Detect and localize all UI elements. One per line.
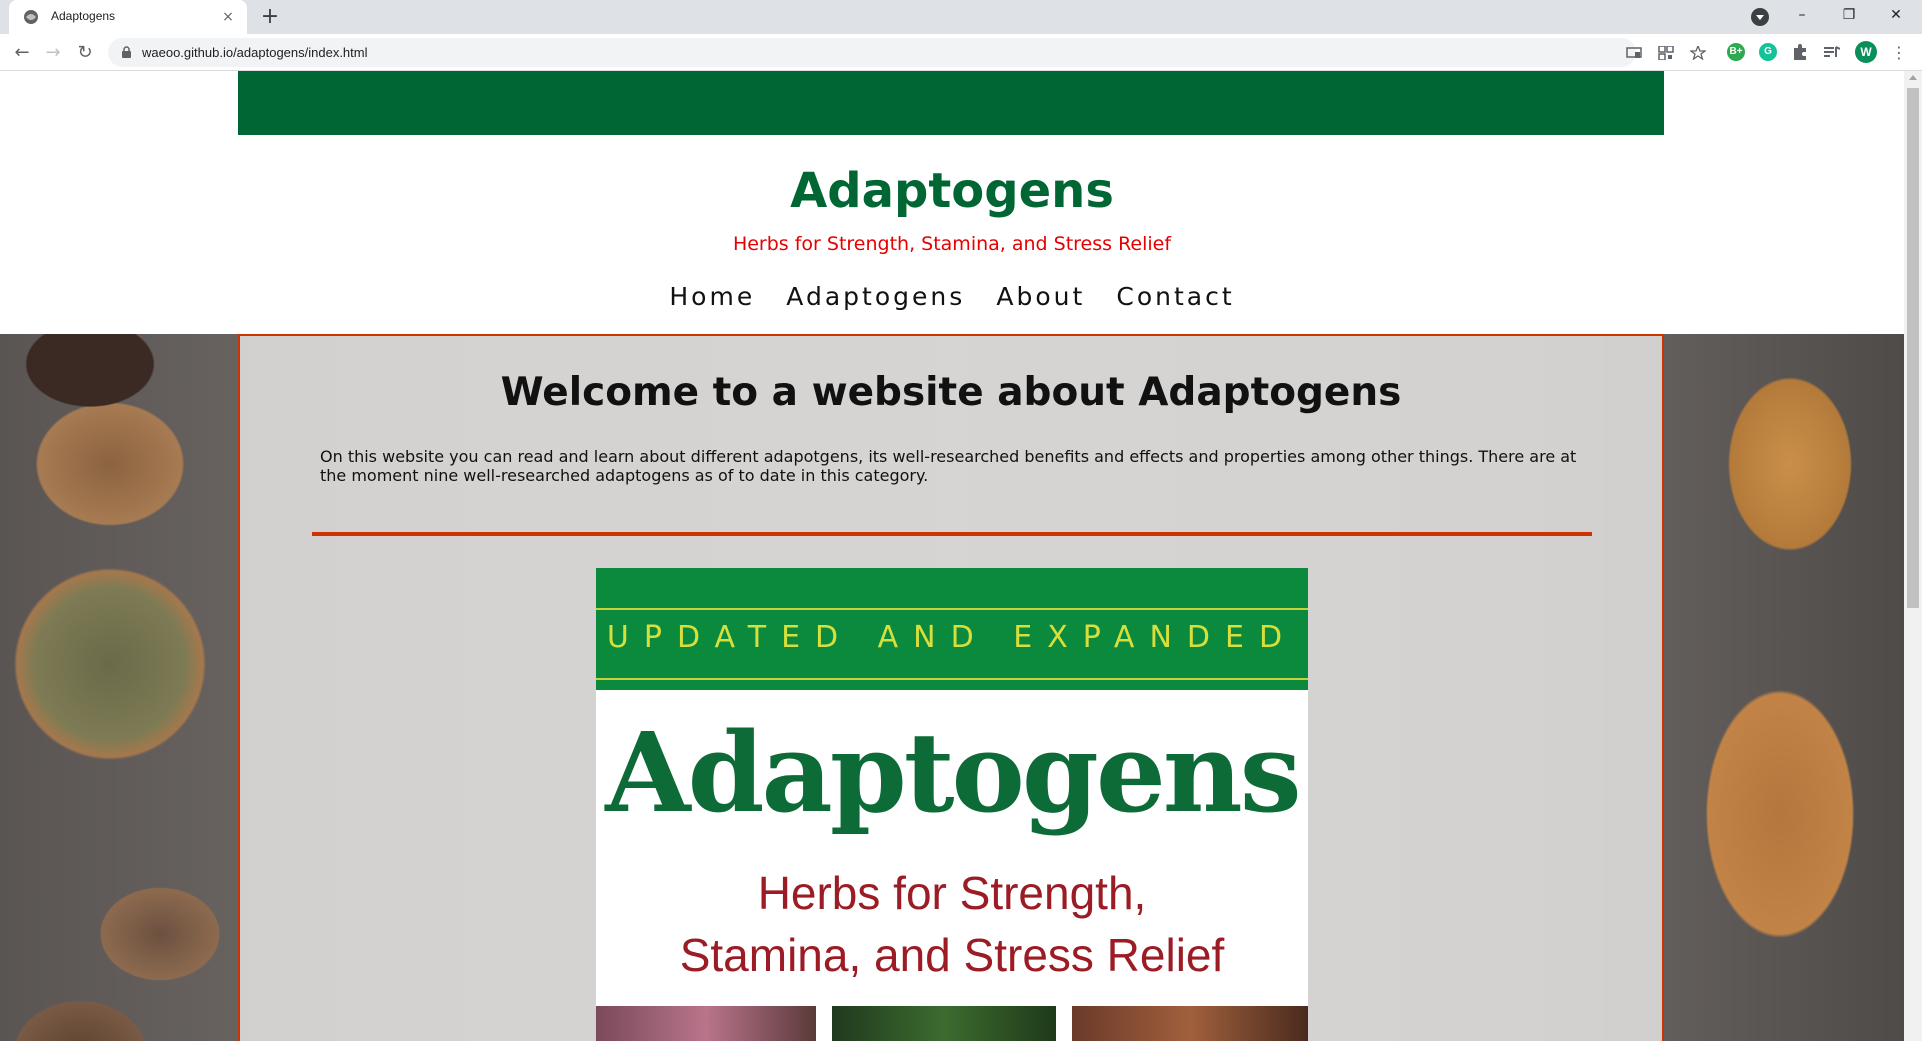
minimize-button[interactable]: – (1779, 0, 1825, 30)
restore-button[interactable]: ❐ (1826, 0, 1872, 30)
browser-toolbar: ← → ↻ waeoo.github.io/adaptogens/index.h… (0, 34, 1922, 71)
new-tab-button[interactable]: + (258, 5, 282, 29)
profile-avatar[interactable]: W (1855, 41, 1877, 63)
tab-search-icon[interactable] (1751, 8, 1769, 26)
section-divider (312, 532, 1592, 536)
back-button[interactable]: ← (9, 40, 35, 66)
cover-photo-roots (1072, 1006, 1308, 1041)
cover-subtitle-line2: Stamina, and Stress Relief (679, 929, 1225, 981)
close-tab-icon[interactable]: × (219, 8, 237, 26)
browser-menu-icon[interactable]: ⋮ (1886, 40, 1912, 66)
address-bar[interactable]: waeoo.github.io/adaptogens/index.html (108, 38, 1706, 67)
site-subtitle: Herbs for Strength, Stamina, and Stress … (732, 233, 1172, 255)
cover-photo-leaves (832, 1006, 1056, 1041)
main-nav: Home Adaptogens About Contact (0, 282, 1904, 311)
page-scrollbar[interactable] (1904, 71, 1922, 1041)
browser-tab[interactable]: Adaptogens × (9, 0, 247, 34)
nav-link-adaptogens[interactable]: Adaptogens (786, 282, 965, 311)
tab-title: Adaptogens (51, 9, 116, 23)
welcome-heading: Welcome to a website about Adaptogens (500, 370, 1402, 415)
cover-band-line (596, 608, 1308, 610)
cover-band-line (596, 678, 1308, 680)
intro-paragraph: On this website you can read and learn a… (320, 447, 1577, 485)
nav-link-about[interactable]: About (996, 282, 1085, 311)
page-viewport: Adaptogens Herbs for Strength, Stamina, … (0, 71, 1904, 1041)
extension-badge-icon[interactable]: B+ (1727, 43, 1745, 61)
reload-button[interactable]: ↻ (72, 40, 98, 66)
cover-photo-flowers (596, 1006, 816, 1041)
scroll-up-arrow-icon[interactable] (1909, 75, 1917, 80)
book-cover-image: UPDATED AND EXPANDED Adaptogens Herbs fo… (596, 568, 1308, 1041)
lock-icon (122, 46, 131, 58)
qr-code-icon[interactable] (1658, 46, 1674, 60)
main-content: Welcome to a website about Adaptogens On… (238, 334, 1664, 1041)
tab-strip: Adaptogens × + – ❐ ✕ (0, 0, 1922, 34)
url-text[interactable]: waeoo.github.io/adaptogens/index.html (142, 45, 368, 60)
cover-tagline: UPDATED AND EXPANDED (606, 620, 1298, 655)
nav-link-home[interactable]: Home (669, 282, 755, 311)
cover-subtitle-line1: Herbs for Strength, (757, 867, 1147, 919)
close-window-button[interactable]: ✕ (1873, 0, 1919, 30)
reading-list-icon[interactable] (1824, 44, 1840, 60)
extensions-puzzle-icon[interactable] (1792, 44, 1808, 60)
top-banner (238, 71, 1664, 135)
forward-button[interactable]: → (40, 40, 66, 66)
cast-icon[interactable] (1626, 46, 1642, 60)
cover-title: Adaptogens (605, 708, 1301, 837)
grammarly-icon[interactable]: G (1759, 43, 1777, 61)
nav-link-contact[interactable]: Contact (1116, 282, 1234, 311)
globe-icon (24, 10, 38, 24)
bookmark-star-icon[interactable] (1690, 46, 1706, 60)
scrollbar-thumb[interactable] (1907, 88, 1919, 608)
site-title: Adaptogens (790, 163, 1114, 219)
